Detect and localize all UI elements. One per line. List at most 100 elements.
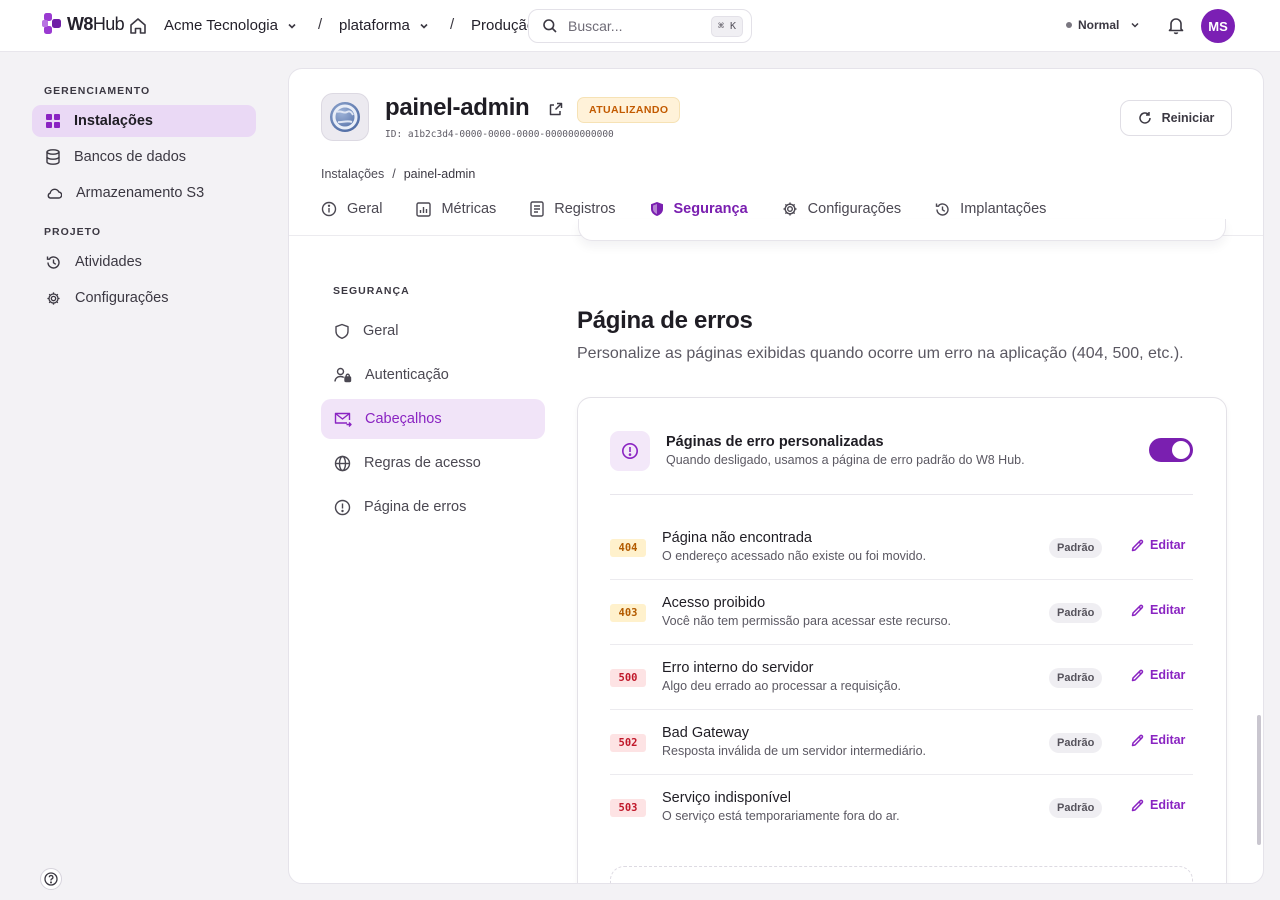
- shield-icon: [335, 323, 349, 339]
- tab-label: Segurança: [673, 201, 748, 217]
- error-description: O endereço acessado não existe ou foi mo…: [662, 549, 927, 563]
- error-code-badge: 404: [610, 539, 646, 557]
- tab-label: Métricas: [441, 201, 497, 217]
- scrollbar-thumb[interactable]: [1257, 715, 1261, 845]
- sidebar-section-title: GERENCIAMENTO: [44, 85, 151, 97]
- edit-button[interactable]: Editar: [1131, 798, 1185, 812]
- logo-mark-icon: [42, 13, 61, 34]
- history-icon: [935, 202, 949, 216]
- mode-selector[interactable]: Normal: [1066, 18, 1141, 32]
- search-icon: [543, 19, 557, 33]
- edit-button[interactable]: Editar: [1131, 668, 1185, 682]
- home-icon[interactable]: [128, 16, 148, 36]
- sidebar-item-settings[interactable]: Configurações: [32, 282, 256, 314]
- main-panel: painel-admin ATUALIZANDO ID: a1b2c3d4-00…: [288, 68, 1264, 884]
- edit-label: Editar: [1150, 798, 1186, 812]
- org-switcher[interactable]: Acme Tecnologia: [164, 17, 298, 34]
- custom-pages-toggle[interactable]: [1149, 438, 1193, 462]
- edit-button[interactable]: Editar: [1131, 538, 1185, 552]
- grid-icon: [46, 114, 60, 128]
- security-nav-label: Página de erros: [364, 499, 467, 515]
- edit-label: Editar: [1150, 668, 1186, 682]
- security-nav-headers[interactable]: Cabeçalhos: [321, 399, 545, 439]
- breadcrumb: Instalações / painel-admin: [321, 167, 475, 181]
- error-row: 404 Página não encontrada O endereço acess…: [610, 515, 1193, 580]
- app-globe-icon: [321, 93, 369, 141]
- mode-label: Normal: [1078, 18, 1120, 32]
- security-nav-error-page[interactable]: Página de erros: [321, 487, 545, 527]
- error-code-badge: 502: [610, 734, 646, 752]
- help-icon[interactable]: [40, 868, 62, 890]
- file-icon: [530, 201, 544, 217]
- sidebar-item-activities[interactable]: Atividades: [32, 246, 256, 278]
- security-nav-label: Regras de acesso: [364, 455, 481, 471]
- project-switcher[interactable]: plataforma: [339, 17, 430, 34]
- default-badge: Padrão: [1049, 798, 1103, 818]
- breadcrumb-link[interactable]: Instalações: [321, 167, 384, 181]
- logo-text: W8Hub: [67, 13, 125, 34]
- search-box[interactable]: ⌘ K: [528, 9, 752, 43]
- environment-switcher[interactable]: Produção: [471, 17, 531, 34]
- edit-label: Editar: [1150, 603, 1186, 617]
- error-pages-card: Páginas de erro personalizadas Quando de…: [577, 397, 1227, 883]
- mail-icon: [334, 412, 352, 427]
- search-input[interactable]: [568, 18, 698, 34]
- edit-label: Editar: [1150, 733, 1186, 747]
- security-nav-access-rules[interactable]: Regras de acesso: [321, 443, 545, 483]
- pencil-icon: [1131, 734, 1144, 746]
- external-link-icon[interactable]: [548, 101, 564, 117]
- gear-icon: [783, 202, 797, 216]
- project-name: plataforma: [339, 17, 410, 34]
- edit-button[interactable]: Editar: [1131, 733, 1185, 747]
- error-description: Você não tem permissão para acessar este…: [662, 614, 952, 628]
- error-code-badge: 500: [610, 669, 646, 687]
- section-description: Personalize as páginas exibidas quando o…: [577, 345, 1184, 362]
- avatar[interactable]: MS: [1201, 9, 1235, 43]
- error-row: 403 Acesso proibido Você não tem permissão…: [610, 580, 1193, 645]
- gear-icon: [47, 291, 60, 305]
- sidebar-item-label: Bancos de dados: [74, 149, 187, 165]
- security-nav-label: Geral: [363, 323, 399, 339]
- restart-button[interactable]: Reiniciar: [1120, 100, 1232, 136]
- pencil-icon: [1131, 604, 1144, 616]
- error-title: Página não encontrada: [662, 530, 812, 546]
- chevron-down-icon: [420, 23, 428, 29]
- chart-icon: [416, 201, 432, 217]
- error-code-badge: 403: [610, 604, 646, 622]
- restart-label: Reiniciar: [1161, 111, 1215, 125]
- sidebar-item-databases[interactable]: Bancos de dados: [32, 141, 256, 173]
- tab-label: Implantações: [960, 201, 1047, 217]
- edit-label: Editar: [1150, 538, 1186, 552]
- custom-pages-description: Quando desligado, usamos a página de err…: [666, 453, 1025, 467]
- sidebar-item-label: Configurações: [75, 290, 169, 306]
- restart-icon: [1138, 112, 1151, 124]
- default-badge: Padrão: [1049, 538, 1103, 558]
- error-title: Erro interno do servidor: [662, 660, 814, 676]
- shield-icon: [650, 202, 663, 216]
- error-description: O serviço está temporariamente fora do a…: [662, 809, 900, 823]
- bell-icon[interactable]: [1166, 15, 1186, 35]
- error-row: 500 Erro interno do servidor Algo deu erra…: [610, 645, 1193, 710]
- breadcrumb-separator: /: [392, 167, 396, 181]
- custom-pages-title: Páginas de erro personalizadas: [666, 434, 884, 450]
- sidebar-item-s3-storage[interactable]: Armazenamento S3: [32, 177, 256, 209]
- error-title: Bad Gateway: [662, 725, 750, 741]
- add-error-page-placeholder[interactable]: [610, 866, 1193, 883]
- tab-label: Geral: [347, 201, 383, 217]
- info-icon: [321, 201, 337, 217]
- tab-general[interactable]: Geral: [321, 193, 382, 225]
- error-code-badge: 503: [610, 799, 646, 817]
- globe-icon: [334, 455, 351, 471]
- edit-button[interactable]: Editar: [1131, 603, 1185, 617]
- security-nav-authentication[interactable]: Autenticação: [321, 355, 545, 395]
- brand-logo[interactable]: W8Hub: [42, 12, 125, 36]
- error-description: Resposta inválida de um servidor interme…: [662, 744, 927, 758]
- sidebar-section-title: PROJETO: [44, 226, 101, 238]
- sidebar-item-installations[interactable]: Instalações: [32, 105, 256, 137]
- card-divider: [610, 494, 1193, 495]
- alert-icon: [610, 431, 650, 471]
- sidebar-item-label: Atividades: [75, 254, 142, 270]
- error-row: 502 Bad Gateway Resposta inválida de um se…: [610, 710, 1193, 775]
- tab-metrics[interactable]: Métricas: [416, 193, 496, 225]
- security-nav-general[interactable]: Geral: [321, 311, 545, 351]
